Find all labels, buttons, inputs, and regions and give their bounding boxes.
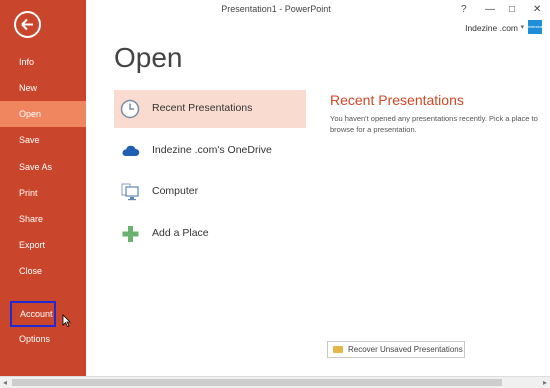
nav-print[interactable]: Print xyxy=(0,180,86,206)
place-computer[interactable]: Computer xyxy=(114,173,306,211)
scrollbar-thumb[interactable] xyxy=(12,379,502,386)
folder-icon xyxy=(333,346,343,353)
nav-export[interactable]: Export xyxy=(0,232,86,258)
account-name[interactable]: Indezine .com xyxy=(465,23,518,33)
recover-button-label: Recover Unsaved Presentations xyxy=(348,345,463,354)
avatar[interactable]: indezine xyxy=(528,20,543,34)
nav-options[interactable]: Options xyxy=(0,326,86,352)
nav-close[interactable]: Close xyxy=(0,258,86,284)
nav-save-as[interactable]: Save As xyxy=(0,154,86,180)
account-dropdown-icon[interactable]: ▾ xyxy=(520,23,524,31)
nav-open[interactable]: Open xyxy=(0,101,86,127)
place-label: Recent Presentations xyxy=(152,102,253,114)
backstage-sidebar: Info New Open Save Save As Print Share E… xyxy=(0,0,86,388)
place-onedrive[interactable]: Indezine .com's OneDrive xyxy=(114,132,306,170)
nav-new[interactable]: New xyxy=(0,75,86,101)
place-label: Indezine .com's OneDrive xyxy=(152,144,272,156)
scroll-left-icon[interactable]: ◂ xyxy=(3,378,7,387)
place-label: Add a Place xyxy=(152,227,209,239)
powerpoint-backstage-window: Info New Open Save Save As Print Share E… xyxy=(0,0,550,388)
title-bar: Presentation1 - PowerPoint ? — □ ✕ xyxy=(86,0,550,22)
minimize-button[interactable]: — xyxy=(485,4,495,15)
nav-share[interactable]: Share xyxy=(0,206,86,232)
window-title: Presentation1 - PowerPoint xyxy=(221,4,331,14)
nav-info[interactable]: Info xyxy=(0,49,86,75)
back-button[interactable] xyxy=(14,11,41,38)
horizontal-scrollbar[interactable]: ◂ ▸ xyxy=(0,376,550,388)
close-window-button[interactable]: ✕ xyxy=(533,4,541,15)
page-title: Open xyxy=(114,42,183,73)
detail-text: You haven't opened any presentations rec… xyxy=(330,114,538,134)
computer-icon xyxy=(121,183,139,201)
recover-unsaved-presentations-button[interactable]: Recover Unsaved Presentations xyxy=(327,341,465,358)
scroll-right-icon[interactable]: ▸ xyxy=(543,378,547,387)
nav-save[interactable]: Save xyxy=(0,127,86,153)
place-label: Computer xyxy=(152,185,199,197)
restore-button[interactable]: □ xyxy=(509,4,515,15)
help-button[interactable]: ? xyxy=(461,4,467,15)
clock-icon xyxy=(120,99,140,119)
detail-title: Recent Presentations xyxy=(330,92,464,108)
mouse-cursor-icon xyxy=(62,314,71,327)
nav-account[interactable]: Account xyxy=(10,301,56,327)
plus-icon xyxy=(122,226,139,242)
back-arrow-icon xyxy=(21,18,33,31)
cloud-icon xyxy=(122,145,140,156)
place-recent-presentations[interactable]: Recent Presentations xyxy=(114,90,306,128)
place-add-a-place[interactable]: Add a Place xyxy=(114,215,306,253)
